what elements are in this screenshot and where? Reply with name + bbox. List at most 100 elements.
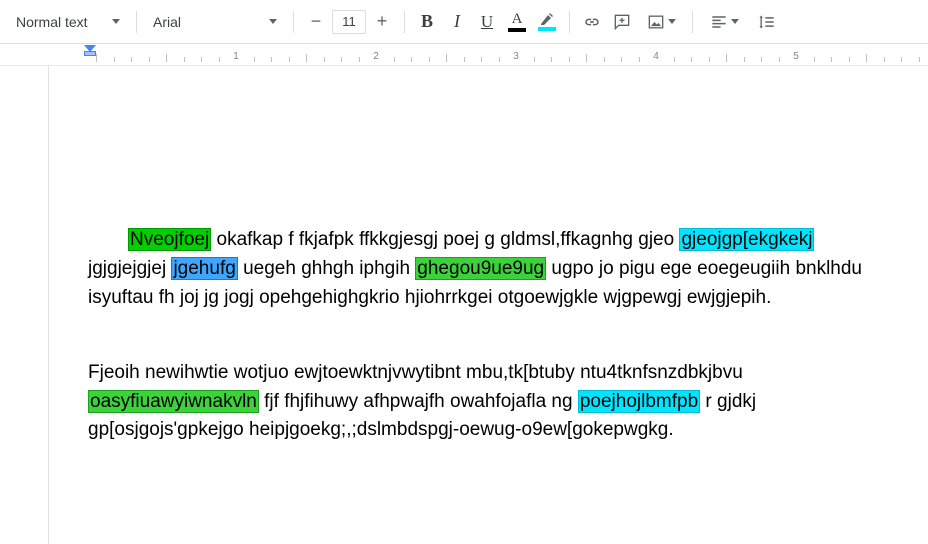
highlight-color-button[interactable] xyxy=(533,8,561,36)
separator xyxy=(692,11,693,33)
ruler-tick xyxy=(604,57,605,62)
ruler-tick xyxy=(779,57,780,62)
ruler-tick xyxy=(814,57,815,62)
decrease-font-size-button[interactable]: − xyxy=(302,8,330,36)
ruler-tick xyxy=(481,57,482,62)
ruler-tick xyxy=(831,57,832,62)
ruler-label: 4 xyxy=(653,51,659,62)
document-body[interactable]: Nveojfoej okafkap f fkjafpk ffkkgjesgj p… xyxy=(48,66,928,445)
ruler-tick xyxy=(446,54,447,62)
ruler-tick xyxy=(114,57,115,62)
ruler-tick xyxy=(499,57,500,62)
chevron-down-icon xyxy=(668,19,676,24)
ruler-tick xyxy=(324,57,325,62)
ruler-tick xyxy=(464,57,465,62)
highlight-span: ghegou9ue9ug xyxy=(415,257,546,280)
ruler-tick xyxy=(691,57,692,62)
ruler-tick xyxy=(744,57,745,62)
text-color-swatch xyxy=(508,28,526,32)
separator xyxy=(569,11,570,33)
text-run: Fjeoih newihwtie wotjuo ewjtoewktnjvwyti… xyxy=(88,362,743,383)
insert-link-button[interactable] xyxy=(578,8,606,36)
ruler-tick xyxy=(621,57,622,62)
highlight-span: Nveojfoej xyxy=(128,228,211,251)
ruler-tick xyxy=(306,54,307,62)
ruler-label: 5 xyxy=(793,51,799,62)
line-spacing-button[interactable] xyxy=(749,8,785,36)
document-viewport: Nveojfoej okafkap f fkjafpk ffkkgjesgj p… xyxy=(0,66,928,544)
ruler-tick xyxy=(884,57,885,62)
font-size-value: 11 xyxy=(342,14,356,29)
insert-image-button[interactable] xyxy=(638,8,684,36)
ruler-tick xyxy=(394,57,395,62)
ruler-tick xyxy=(726,54,727,62)
highlight-span: gjeojgp[ekgkekj xyxy=(679,228,814,251)
underline-icon: U xyxy=(481,12,493,32)
underline-button[interactable]: U xyxy=(473,8,501,36)
paragraph-style-label: Normal text xyxy=(16,14,88,30)
font-family-dropdown[interactable]: Arial xyxy=(145,8,285,36)
ruler-tick xyxy=(271,57,272,62)
image-icon xyxy=(646,12,666,32)
ruler-tick xyxy=(919,57,920,62)
toolbar: Normal text Arial − 11 + B I U A xyxy=(0,0,928,44)
bold-button[interactable]: B xyxy=(413,8,441,36)
text-run: jgjgjejgjej xyxy=(88,258,171,279)
insert-comment-button[interactable] xyxy=(608,8,636,36)
ruler-tick xyxy=(709,57,710,62)
separator xyxy=(136,11,137,33)
ruler-tick xyxy=(901,57,902,62)
text-color-icon: A xyxy=(512,12,523,27)
paragraph-1[interactable]: Nveojfoej okafkap f fkjafpk ffkkgjesgj p… xyxy=(88,226,888,313)
ruler-label: 1 xyxy=(233,51,239,62)
ruler-tick xyxy=(359,57,360,62)
ruler[interactable]: 123456 xyxy=(0,44,928,66)
ruler-tick xyxy=(586,54,587,62)
align-left-icon xyxy=(709,12,729,32)
text-run: uegeh ghhgh iphgih xyxy=(238,258,416,279)
ruler-tick xyxy=(551,57,552,62)
ruler-tick xyxy=(411,57,412,62)
chevron-down-icon xyxy=(269,19,277,24)
highlight-span: oasyfiuawyiwnakvln xyxy=(88,390,259,413)
indent-marker[interactable] xyxy=(84,45,96,59)
ruler-tick xyxy=(254,57,255,62)
separator xyxy=(404,11,405,33)
ruler-tick xyxy=(166,54,167,62)
highlight-icon xyxy=(539,12,555,26)
ruler-label: 2 xyxy=(373,51,379,62)
increase-font-size-button[interactable]: + xyxy=(368,8,396,36)
ruler-tick xyxy=(849,57,850,62)
font-size-input[interactable]: 11 xyxy=(332,10,366,34)
ruler-tick xyxy=(289,57,290,62)
italic-icon: I xyxy=(454,11,460,32)
ruler-tick xyxy=(219,57,220,62)
chevron-down-icon xyxy=(112,19,120,24)
highlight-span: poejhojlbmfpb xyxy=(578,390,700,413)
paragraph-style-dropdown[interactable]: Normal text xyxy=(8,8,128,36)
text-color-button[interactable]: A xyxy=(503,8,531,36)
ruler-tick xyxy=(149,57,150,62)
ruler-tick xyxy=(866,54,867,62)
ruler-tick xyxy=(131,57,132,62)
font-family-label: Arial xyxy=(153,14,181,30)
ruler-tick xyxy=(674,57,675,62)
ruler-tick xyxy=(341,57,342,62)
chevron-down-icon xyxy=(731,19,739,24)
link-icon xyxy=(582,12,602,32)
bold-icon: B xyxy=(421,11,433,32)
text-run: okafkap f fkjafpk ffkkgjesgj poej g gldm… xyxy=(211,229,679,250)
italic-button[interactable]: I xyxy=(443,8,471,36)
align-button[interactable] xyxy=(701,8,747,36)
paragraph-2[interactable]: Fjeoih newihwtie wotjuo ewjtoewktnjvwyti… xyxy=(88,359,888,446)
line-spacing-icon xyxy=(757,12,777,32)
ruler-tick xyxy=(534,57,535,62)
highlight-color-swatch xyxy=(538,27,556,31)
ruler-tick xyxy=(761,57,762,62)
separator xyxy=(293,11,294,33)
comment-plus-icon xyxy=(612,12,632,32)
ruler-tick xyxy=(184,57,185,62)
ruler-tick xyxy=(429,57,430,62)
ruler-tick xyxy=(639,57,640,62)
text-run: fjf fhjfihuwy afhpwajfh owahfojafla ng xyxy=(259,391,578,412)
